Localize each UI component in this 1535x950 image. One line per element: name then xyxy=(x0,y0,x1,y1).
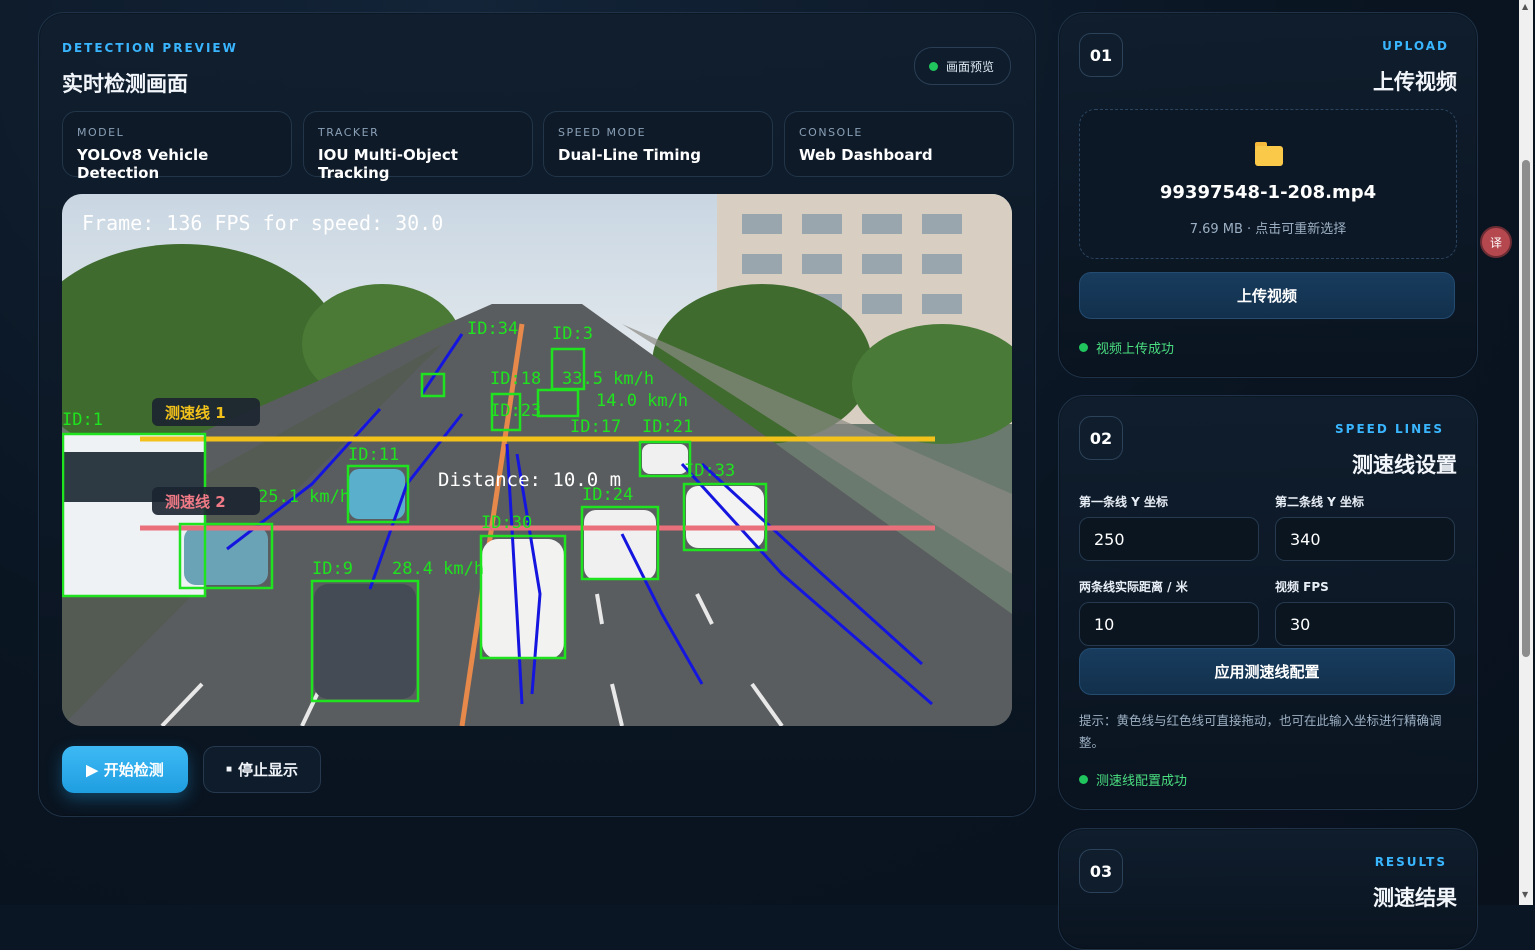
video-frame-svg: Frame: 136 FPS for speed: 30.0 Distance:… xyxy=(62,194,1012,726)
speed-label: 14.0 km/h xyxy=(596,391,688,411)
info-card-key: SPEED MODE xyxy=(558,126,647,139)
upload-status: 视频上传成功 xyxy=(1079,338,1174,357)
box-label: ID:18 xyxy=(490,369,541,389)
speed-lines-hint: 提示：黄色线与红色线可直接拖动，也可在此输入坐标进行精确调整。 xyxy=(1079,713,1442,750)
box-label: ID:34 xyxy=(467,319,518,339)
speed-label: 33.5 km/h xyxy=(562,369,654,389)
info-card-value: Dual-Line Timing xyxy=(558,146,701,164)
stop-display-button[interactable]: ■ 停止显示 xyxy=(203,746,321,793)
scrollbar-thumb[interactable] xyxy=(1522,160,1530,657)
preview-badge-label: 画面预览 xyxy=(945,59,994,74)
vehicle-car xyxy=(686,486,764,548)
translate-icon[interactable]: 译 xyxy=(1480,226,1512,258)
box-label: ID:30 xyxy=(481,513,532,533)
info-card-model: MODEL YOLOv8 Vehicle Detection xyxy=(62,111,292,182)
step-number: 03 xyxy=(1079,849,1123,893)
vehicle-car xyxy=(314,584,416,699)
file-name: 99397548-1-208.mp4 xyxy=(1159,182,1377,203)
detection-eyebrow: DETECTION PREVIEW xyxy=(62,41,238,55)
results-panel: 03 RESULTS 测速结果 xyxy=(1058,828,1478,950)
status-dot-icon xyxy=(1079,775,1088,784)
upload-status-text: 视频上传成功 xyxy=(1096,342,1175,357)
info-card-value: Web Dashboard xyxy=(799,146,933,164)
line1-y-input[interactable]: 250 xyxy=(1079,517,1259,561)
vehicle-car xyxy=(184,527,268,585)
info-card-tracker: TRACKER IOU Multi-Object Tracking xyxy=(303,111,533,182)
distance-label: 两条线实际距离 / 米 xyxy=(1079,580,1188,594)
box-label: ID:3 xyxy=(552,324,593,344)
box-label: ID:9 xyxy=(312,559,353,579)
preview-badge: 画面预览 xyxy=(913,47,1011,85)
box-label: ID:1 xyxy=(62,410,103,430)
info-card-value: YOLOv8 Vehicle Detection xyxy=(77,146,209,182)
start-detection-label: 开始检测 xyxy=(103,762,164,779)
stop-icon: ■ xyxy=(225,764,233,775)
upload-title: 上传视频 xyxy=(1373,70,1457,94)
speed-lines-title: 测速线设置 xyxy=(1352,453,1457,477)
detection-title: 实时检测画面 xyxy=(62,72,188,96)
file-meta: 7.69 MB · 点击可重新选择 xyxy=(1189,222,1347,237)
info-card-key: CONSOLE xyxy=(799,126,863,139)
speed-line-2-chip: 测速线 2 xyxy=(165,493,226,511)
status-dot-icon xyxy=(1079,343,1088,352)
fps-input[interactable]: 30 xyxy=(1275,602,1455,646)
box-label: ID:17 xyxy=(570,417,621,437)
upload-eyebrow: UPLOAD xyxy=(1382,39,1449,53)
file-dropzone[interactable]: 99397548-1-208.mp4 7.69 MB · 点击可重新选择 xyxy=(1079,109,1457,259)
box-label: ID:24 xyxy=(582,485,633,505)
detection-panel: DETECTION PREVIEW 实时检测画面 画面预览 MODEL YOLO… xyxy=(38,12,1036,817)
speed-lines-eyebrow: SPEED LINES xyxy=(1335,422,1444,436)
results-title: 测速结果 xyxy=(1373,886,1457,910)
info-card-value: IOU Multi-Object Tracking xyxy=(318,146,458,182)
speed-lines-status-text: 测速线配置成功 xyxy=(1096,774,1188,789)
speed-line-1-chip: 测速线 1 xyxy=(165,404,226,422)
stop-display-label: 停止显示 xyxy=(238,762,299,779)
speed-label: 28.4 km/h xyxy=(392,559,484,579)
vehicle-van xyxy=(482,539,564,659)
speed-lines-panel: 02 SPEED LINES 测速线设置 第一条线 Y 坐标 第二条线 Y 坐标… xyxy=(1058,395,1478,810)
info-card-speed-mode: SPEED MODE Dual-Line Timing xyxy=(543,111,773,177)
distance-input[interactable]: 10 xyxy=(1079,602,1259,646)
line1-y-label: 第一条线 Y 坐标 xyxy=(1079,495,1169,509)
info-card-console: CONSOLE Web Dashboard xyxy=(784,111,1014,177)
status-dot-icon xyxy=(928,61,938,71)
folder-icon xyxy=(1255,142,1283,166)
line2-y-label: 第二条线 Y 坐标 xyxy=(1275,495,1365,509)
results-eyebrow: RESULTS xyxy=(1374,855,1447,869)
upload-panel: 01 UPLOAD 上传视频 99397548-1-208.mp4 7.69 M… xyxy=(1058,12,1478,378)
page-scrollbar[interactable]: ▲ ▼ xyxy=(1519,0,1533,905)
box-label: ID:21 xyxy=(642,417,693,437)
apply-speed-lines-button[interactable]: 应用测速线配置 xyxy=(1079,648,1455,695)
upload-video-button[interactable]: 上传视频 xyxy=(1079,272,1455,319)
vehicle-car xyxy=(584,510,656,580)
start-detection-button[interactable]: ▶ 开始检测 xyxy=(62,746,188,793)
box-label: ID:23 xyxy=(490,401,541,421)
scroll-up-icon[interactable]: ▲ xyxy=(1522,2,1528,11)
box-label: ID:33 xyxy=(684,461,735,481)
step-number: 01 xyxy=(1079,33,1123,77)
frame-fps-text: Frame: 136 FPS for speed: 30.0 xyxy=(82,211,443,235)
speed-label: 25.1 km/h xyxy=(258,487,350,507)
video-preview[interactable]: Frame: 136 FPS for speed: 30.0 Distance:… xyxy=(62,194,1012,726)
scroll-down-icon[interactable]: ▼ xyxy=(1522,890,1528,899)
info-card-key: TRACKER xyxy=(318,126,380,139)
speed-lines-status: 测速线配置成功 xyxy=(1079,770,1187,789)
line2-y-input[interactable]: 340 xyxy=(1275,517,1455,561)
box-label: ID:11 xyxy=(348,445,399,465)
play-icon: ▶ xyxy=(86,761,98,779)
vehicle-car xyxy=(642,444,688,474)
step-number: 02 xyxy=(1079,416,1123,460)
fps-label: 视频 FPS xyxy=(1275,580,1329,594)
info-card-key: MODEL xyxy=(77,126,125,139)
